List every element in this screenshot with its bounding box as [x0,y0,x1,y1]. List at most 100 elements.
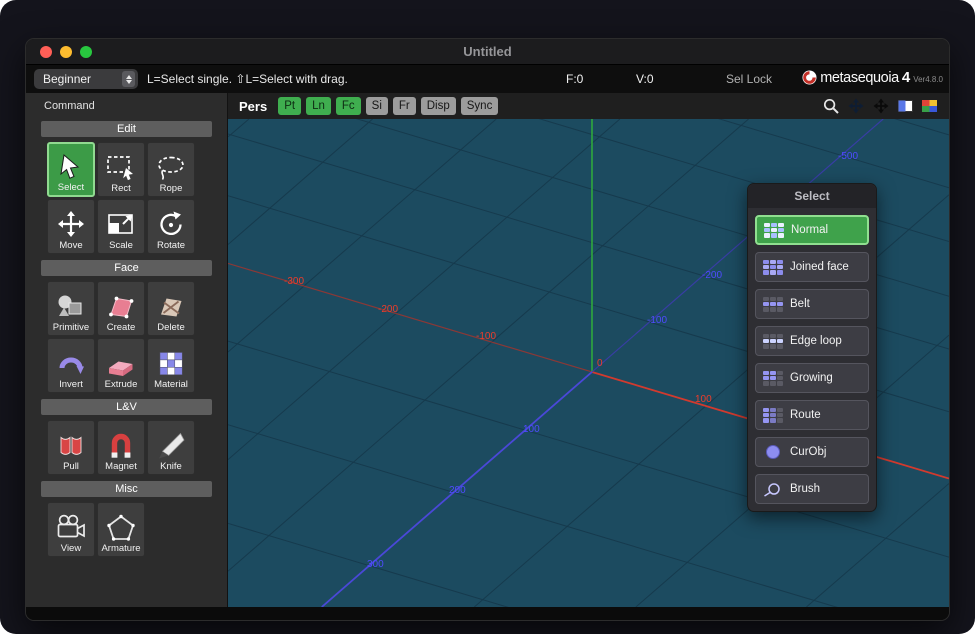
tool-armature[interactable]: Armature [97,502,145,557]
tool-move[interactable]: Move [47,199,95,254]
x-axis-tick: -200 [378,305,398,315]
palette-icon[interactable] [922,100,937,112]
tool-extrude[interactable]: Extrude [97,338,145,393]
select-cursor-icon [53,152,89,182]
z-axis-tick: 100 [523,425,540,435]
grid-pattern-icon [763,334,783,349]
rotate-icon [153,210,189,240]
window-title: Untitled [26,44,949,59]
toggle-lines[interactable]: Ln [306,97,331,115]
command-panel: Command Edit Select Rect Rope [26,93,228,607]
brand-version: Ver4.8.0 [913,75,943,86]
rect-select-icon [103,153,139,183]
select-mode-edge-loop[interactable]: Edge loop [755,326,869,356]
tool-create[interactable]: Create [97,281,145,336]
rotate-view-icon[interactable] [848,98,864,114]
tool-rotate[interactable]: Rotate [147,199,195,254]
origin-tick: 0 [597,359,603,369]
face-count: F:0 [566,72,583,86]
select-mode-belt[interactable]: Belt [755,289,869,319]
viewport-canvas[interactable]: -300 -200 -100 0 100 -500 -200 -100 100 … [228,119,949,607]
armature-pentagon-icon [103,513,139,543]
toggle-points[interactable]: Pt [278,97,301,115]
section-header-lv: L&V [41,399,212,415]
brush-lasso-icon [763,482,783,497]
section-header-misc: Misc [41,481,212,497]
invert-arrow-icon [53,349,89,379]
metasequoia-logo-icon [802,70,817,85]
sel-lock-toggle[interactable]: Sel Lock [726,72,772,86]
mode-select[interactable]: Beginner [34,69,138,89]
extrude-icon [103,349,139,379]
rope-lasso-icon [153,153,189,183]
minimize-button[interactable] [60,46,72,58]
section-header-face: Face [41,260,212,276]
pull-icon [53,431,89,461]
toggle-si[interactable]: Si [366,97,388,115]
tool-material[interactable]: Material [147,338,195,393]
zoom-icon[interactable] [823,98,839,114]
tool-delete[interactable]: Delete [147,281,195,336]
tool-pull[interactable]: Pull [47,420,95,475]
view-layout-icon[interactable] [898,100,913,112]
move-arrows-icon [53,210,89,240]
tool-magnet[interactable]: Magnet [97,420,145,475]
mode-select-value: Beginner [43,72,91,86]
titlebar: Untitled [26,39,949,65]
viewport: Pers Pt Ln Fc Si Fr Disp Sync [228,93,949,607]
knife-icon [153,431,189,461]
app-logo: metasequoia4 Ver4.8.0 [802,69,943,86]
z-axis-tick: 300 [367,560,384,570]
x-axis-negative-line [228,263,592,372]
zoom-window-button[interactable] [80,46,92,58]
close-button[interactable] [40,46,52,58]
hint-text: L=Select single. ⇧L=Select with drag. [147,72,348,86]
app-window: Untitled Beginner L=Select single. ⇧L=Se… [25,38,950,621]
status-strip [26,607,949,620]
tool-knife[interactable]: Knife [147,420,195,475]
movie-camera-icon [53,513,89,543]
grid-pattern-icon [763,297,783,312]
select-mode-curobj[interactable]: CurObj [755,437,869,467]
tool-rect[interactable]: Rect [97,142,145,197]
select-subpanel-header[interactable]: Select [748,184,876,208]
tool-scale[interactable]: Scale [97,199,145,254]
sphere-icon [763,445,783,460]
chevron-up-down-icon [122,71,135,87]
grid-pattern-icon [763,260,783,275]
command-panel-title: Command [26,97,227,117]
select-mode-route[interactable]: Route [755,400,869,430]
z-axis-tick: -200 [702,271,722,281]
x-axis-tick: 100 [695,395,712,405]
toggle-fr[interactable]: Fr [393,97,416,115]
section-header-edit: Edit [41,121,212,137]
toggle-faces[interactable]: Fc [336,97,361,115]
delete-face-icon [153,292,189,322]
z-axis-tick: 200 [449,486,466,496]
grid-pattern-icon [763,371,783,386]
top-toolbar: Beginner L=Select single. ⇧L=Select with… [26,65,949,93]
tool-select[interactable]: Select [47,142,95,197]
grid-pattern-icon [764,223,784,238]
select-subpanel: Select Normal Joined face [747,183,877,512]
tool-invert[interactable]: Invert [47,338,95,393]
tool-primitive[interactable]: Primitive [47,281,95,336]
select-mode-brush[interactable]: Brush [755,474,869,504]
primitive-shapes-icon [53,292,89,322]
toggle-sync[interactable]: Sync [461,97,499,115]
window-controls [40,46,92,58]
tool-view[interactable]: View [47,502,95,557]
scale-icon [103,210,139,240]
select-mode-growing[interactable]: Growing [755,363,869,393]
pan-view-icon[interactable] [873,98,889,114]
brand-number: 4 [902,69,910,86]
tool-rope[interactable]: Rope [147,142,195,197]
select-mode-normal[interactable]: Normal [755,215,869,245]
create-face-icon [103,292,139,322]
z-axis-tick: -500 [838,152,858,162]
toggle-disp[interactable]: Disp [421,97,456,115]
material-checker-icon [153,349,189,379]
view-mode-label[interactable]: Pers [239,99,267,114]
x-axis-tick: -300 [284,277,304,287]
select-mode-joined-face[interactable]: Joined face [755,252,869,282]
